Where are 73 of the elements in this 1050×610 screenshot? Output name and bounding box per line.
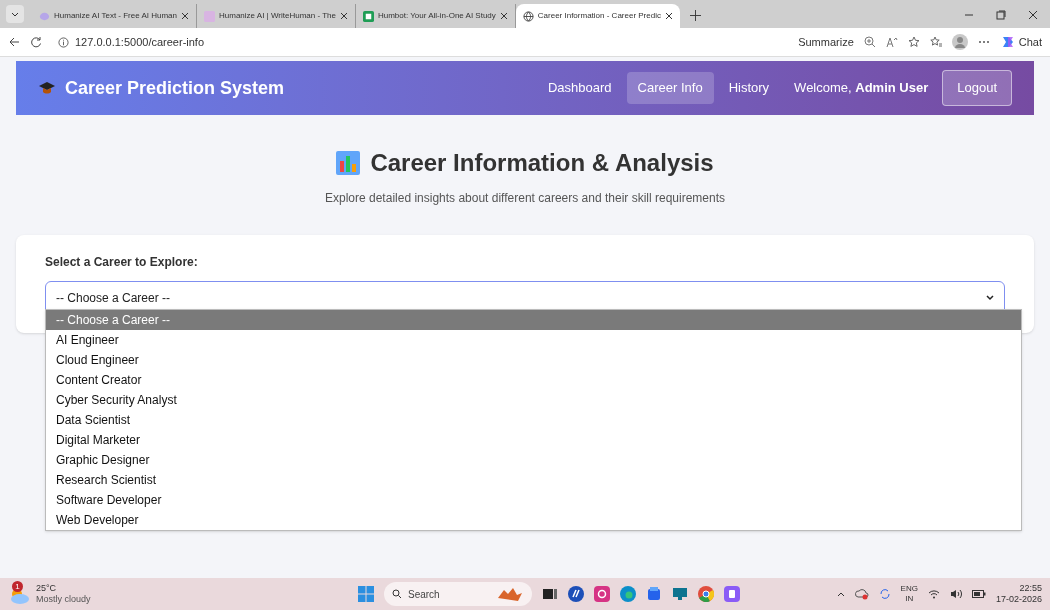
page-subtitle: Explore detailed insights about different careers and their skill requirements xyxy=(324,190,726,207)
language-text[interactable]: ENG xyxy=(900,584,918,594)
close-tab-icon[interactable] xyxy=(339,12,348,20)
url-text: 127.0.0.1:5000/career-info xyxy=(75,34,205,50)
chevron-down-icon[interactable] xyxy=(986,295,994,301)
chat-button[interactable]: Chat xyxy=(999,33,1042,51)
dropdown-option[interactable]: Web Developer xyxy=(46,510,1021,530)
brand-title[interactable]: Career Prediction System xyxy=(65,74,285,102)
weather-icon[interactable] xyxy=(8,588,30,604)
browser-icon[interactable] xyxy=(620,586,636,602)
favicon-icon xyxy=(522,10,534,22)
select-label: Select a Career to Explore: xyxy=(45,254,199,271)
chrome-icon[interactable] xyxy=(698,586,714,602)
close-tab-icon[interactable] xyxy=(499,12,508,20)
dropdown-option[interactable]: Cloud Engineer xyxy=(46,350,1021,370)
favicon-icon xyxy=(204,10,215,22)
clock-time[interactable]: 22:55 xyxy=(1019,583,1042,594)
graduation-cap-icon xyxy=(38,81,56,95)
favicon-icon xyxy=(39,10,50,22)
more-icon[interactable] xyxy=(977,40,990,44)
close-icon[interactable] xyxy=(1028,10,1038,20)
zoom-icon[interactable] xyxy=(863,36,876,48)
logout-button[interactable]: Logout xyxy=(942,70,1012,106)
dropdown-option[interactable]: Content Creator xyxy=(46,370,1021,390)
info-icon[interactable] xyxy=(58,36,69,48)
cloud-icon[interactable] xyxy=(854,588,869,600)
task-view-icon[interactable] xyxy=(542,586,558,602)
read-aloud-icon[interactable] xyxy=(885,36,898,48)
taskbar-search[interactable]: Search xyxy=(384,582,532,606)
favicon-icon xyxy=(362,10,374,22)
search-icon xyxy=(392,589,402,599)
dropdown-option[interactable]: Data Scientist xyxy=(46,410,1021,430)
dropdown-option[interactable]: Cyber Security Analyst xyxy=(46,390,1021,410)
welcome-text: Welcome, Admin User xyxy=(794,79,929,98)
profile-icon[interactable] xyxy=(951,34,968,50)
close-tab-icon[interactable] xyxy=(664,12,673,20)
volume-icon[interactable] xyxy=(949,589,962,599)
dropdown-option[interactable]: Graphic Designer xyxy=(46,450,1021,470)
clock-date[interactable]: 17-02-2026 xyxy=(995,594,1042,605)
dropdown-option[interactable]: Research Scientist xyxy=(46,470,1021,490)
restore-icon[interactable] xyxy=(996,10,1006,20)
back-icon[interactable] xyxy=(8,36,20,48)
battery-icon[interactable] xyxy=(971,590,986,598)
start-icon[interactable] xyxy=(358,586,374,602)
dropdown-option[interactable]: AI Engineer xyxy=(46,330,1021,350)
app-icon[interactable] xyxy=(724,586,740,602)
close-tab-icon[interactable] xyxy=(181,12,189,20)
camera-app-icon[interactable] xyxy=(594,586,610,602)
dropdown-option[interactable]: Digital Marketer xyxy=(46,430,1021,450)
store-icon[interactable] xyxy=(646,586,662,602)
dropdown-option[interactable]: -- Choose a Career -- xyxy=(46,310,1021,330)
refresh-icon[interactable] xyxy=(30,36,42,48)
summarize-button[interactable]: Summarize xyxy=(798,33,854,51)
new-tab-icon[interactable] xyxy=(689,10,701,21)
app-icon[interactable] xyxy=(568,586,584,602)
sync-icon[interactable] xyxy=(878,588,891,600)
address-bar[interactable]: 127.0.0.1:5000/career-info xyxy=(52,31,789,53)
chevron-up-icon[interactable] xyxy=(836,591,845,597)
bar-chart-icon xyxy=(336,151,361,175)
wifi-icon[interactable] xyxy=(927,589,940,599)
dropdown-option[interactable]: Software Developer xyxy=(46,490,1021,510)
monitor-icon[interactable] xyxy=(672,586,688,602)
browser-tab[interactable]: Career Information - Career Predic xyxy=(515,4,680,28)
favorites-icon[interactable] xyxy=(929,36,942,48)
nav-link[interactable]: Career Info xyxy=(626,72,714,104)
nav-link[interactable]: Dashboard xyxy=(537,72,623,104)
page-title: Career Information & Analysis xyxy=(370,148,714,178)
notification-badge: 1 xyxy=(12,581,23,592)
nav-link[interactable]: History xyxy=(717,72,781,104)
region-text[interactable]: IN xyxy=(905,594,914,604)
star-icon[interactable] xyxy=(907,36,920,48)
temperature-text: 25°C xyxy=(36,583,58,594)
weather-condition: Mostly cloudy xyxy=(36,594,91,605)
